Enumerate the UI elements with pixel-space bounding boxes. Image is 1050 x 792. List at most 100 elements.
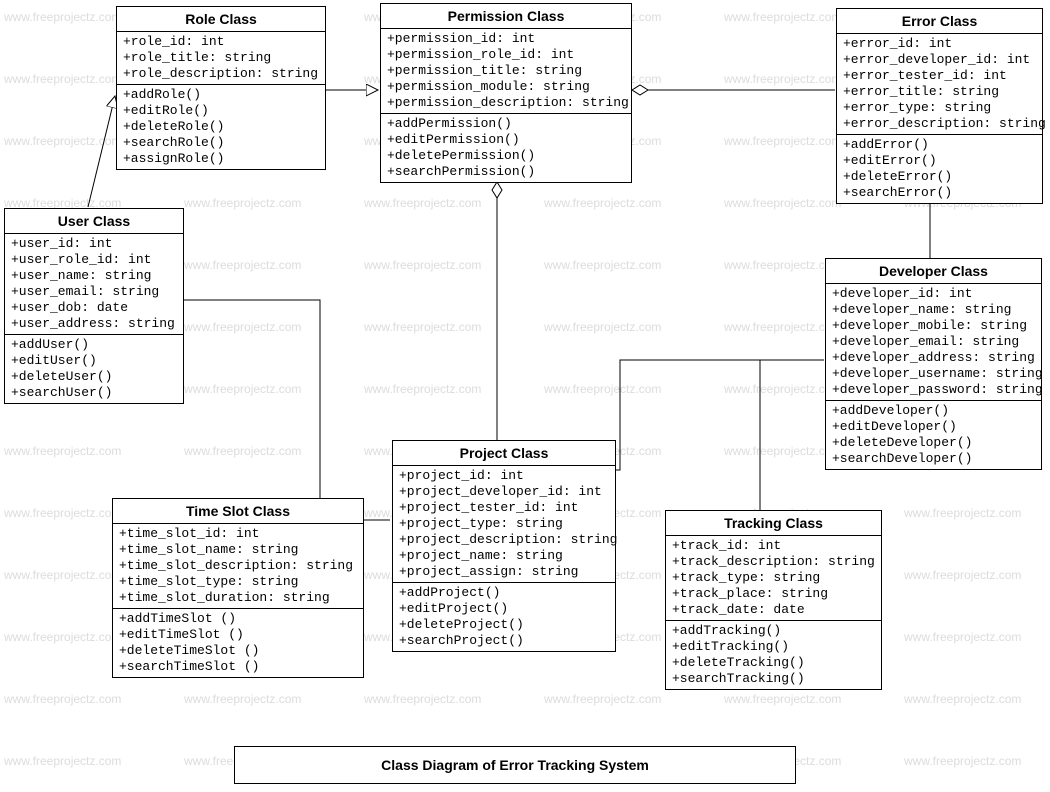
class-line: +time_slot_type: string [119,574,357,590]
class-line: +editDeveloper() [832,419,1035,435]
class-user-ops: +addUser()+editUser()+deleteUser()+searc… [5,335,183,403]
class-line: +developer_email: string [832,334,1035,350]
class-line: +permission_description: string [387,95,625,111]
class-line: +deleteUser() [11,369,177,385]
class-project-attrs: +project_id: int+project_developer_id: i… [393,466,615,583]
class-timeslot: Time Slot Class +time_slot_id: int+time_… [112,498,364,678]
class-line: +track_type: string [672,570,875,586]
class-error: Error Class +error_id: int+error_develop… [836,8,1043,204]
class-timeslot-title: Time Slot Class [113,499,363,524]
class-line: +project_tester_id: int [399,500,609,516]
class-line: +addError() [843,137,1036,153]
class-line: +permission_role_id: int [387,47,625,63]
class-permission-title: Permission Class [381,4,631,29]
class-line: +editUser() [11,353,177,369]
class-line: +permission_module: string [387,79,625,95]
class-timeslot-ops: +addTimeSlot ()+editTimeSlot ()+deleteTi… [113,609,363,677]
class-line: +track_id: int [672,538,875,554]
class-line: +error_developer_id: int [843,52,1036,68]
class-error-title: Error Class [837,9,1042,34]
class-line: +time_slot_name: string [119,542,357,558]
class-developer: Developer Class +developer_id: int+devel… [825,258,1042,470]
class-line: +addPermission() [387,116,625,132]
class-line: +user_email: string [11,284,177,300]
class-line: +developer_address: string [832,350,1035,366]
class-project-title: Project Class [393,441,615,466]
class-line: +time_slot_description: string [119,558,357,574]
class-line: +addTimeSlot () [119,611,357,627]
class-line: +user_role_id: int [11,252,177,268]
class-line: +editError() [843,153,1036,169]
class-tracking-attrs: +track_id: int+track_description: string… [666,536,881,621]
class-tracking: Tracking Class +track_id: int+track_desc… [665,510,882,690]
class-line: +error_title: string [843,84,1036,100]
class-line: +searchProject() [399,633,609,649]
class-line: +addProject() [399,585,609,601]
class-line: +developer_username: string [832,366,1035,382]
class-line: +deleteTimeSlot () [119,643,357,659]
class-line: +searchTimeSlot () [119,659,357,675]
class-line: +deleteError() [843,169,1036,185]
class-line: +addRole() [123,87,319,103]
diagram-caption: Class Diagram of Error Tracking System [234,746,796,784]
class-line: +deleteTracking() [672,655,875,671]
class-line: +role_id: int [123,34,319,50]
class-line: +deleteProject() [399,617,609,633]
class-line: +addDeveloper() [832,403,1035,419]
class-user-attrs: +user_id: int+user_role_id: int+user_nam… [5,234,183,335]
class-developer-title: Developer Class [826,259,1041,284]
class-role: Role Class +role_id: int+role_title: str… [116,6,326,170]
class-developer-ops: +addDeveloper()+editDeveloper()+deleteDe… [826,401,1041,469]
class-line: +error_description: string [843,116,1036,132]
class-line: +developer_id: int [832,286,1035,302]
class-role-title: Role Class [117,7,325,32]
class-line: +track_date: date [672,602,875,618]
class-user-title: User Class [5,209,183,234]
class-error-attrs: +error_id: int+error_developer_id: int+e… [837,34,1042,135]
class-line: +editTracking() [672,639,875,655]
class-line: +project_type: string [399,516,609,532]
class-line: +searchError() [843,185,1036,201]
class-developer-attrs: +developer_id: int+developer_name: strin… [826,284,1041,401]
class-line: +error_type: string [843,100,1036,116]
class-timeslot-attrs: +time_slot_id: int+time_slot_name: strin… [113,524,363,609]
class-permission: Permission Class +permission_id: int+per… [380,3,632,183]
class-line: +role_description: string [123,66,319,82]
class-permission-ops: +addPermission()+editPermission()+delete… [381,114,631,182]
class-line: +permission_title: string [387,63,625,79]
class-line: +developer_name: string [832,302,1035,318]
caption-text: Class Diagram of Error Tracking System [381,757,649,773]
class-line: +assignRole() [123,151,319,167]
class-line: +project_name: string [399,548,609,564]
class-line: +searchTracking() [672,671,875,687]
class-line: +user_name: string [11,268,177,284]
class-line: +project_developer_id: int [399,484,609,500]
class-line: +project_id: int [399,468,609,484]
class-line: +track_place: string [672,586,875,602]
class-line: +deletePermission() [387,148,625,164]
class-project: Project Class +project_id: int+project_d… [392,440,616,652]
class-line: +editRole() [123,103,319,119]
class-line: +searchRole() [123,135,319,151]
class-project-ops: +addProject()+editProject()+deleteProjec… [393,583,615,651]
class-line: +time_slot_id: int [119,526,357,542]
class-line: +user_dob: date [11,300,177,316]
class-line: +error_tester_id: int [843,68,1036,84]
class-permission-attrs: +permission_id: int+permission_role_id: … [381,29,631,114]
class-tracking-title: Tracking Class [666,511,881,536]
class-tracking-ops: +addTracking()+editTracking()+deleteTrac… [666,621,881,689]
class-line: +deleteDeveloper() [832,435,1035,451]
class-line: +developer_mobile: string [832,318,1035,334]
class-role-attrs: +role_id: int+role_title: string+role_de… [117,32,325,85]
class-line: +time_slot_duration: string [119,590,357,606]
class-error-ops: +addError()+editError()+deleteError()+se… [837,135,1042,203]
class-line: +role_title: string [123,50,319,66]
class-line: +searchDeveloper() [832,451,1035,467]
class-line: +searchUser() [11,385,177,401]
class-line: +user_id: int [11,236,177,252]
class-line: +editTimeSlot () [119,627,357,643]
class-line: +editProject() [399,601,609,617]
class-line: +error_id: int [843,36,1036,52]
class-role-ops: +addRole()+editRole()+deleteRole()+searc… [117,85,325,169]
class-line: +permission_id: int [387,31,625,47]
